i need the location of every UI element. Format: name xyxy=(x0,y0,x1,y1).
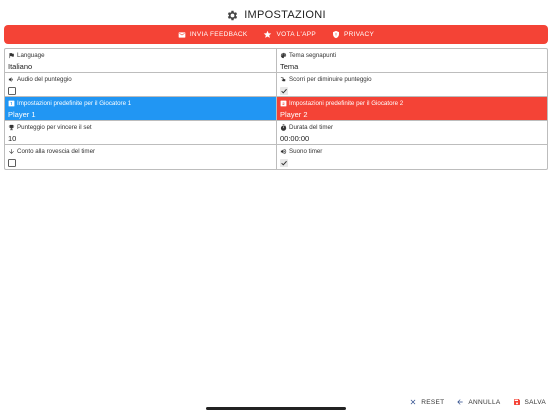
points-to-win-set-value: 10 xyxy=(8,134,17,143)
timer-sound-label: Suono timer xyxy=(289,148,323,155)
language-value: Italiano xyxy=(8,62,33,71)
player2-default-label: Impostazioni predefinite per il Giocator… xyxy=(289,100,404,107)
action-bar: INVIA FEEDBACK VOTA L'APP PRIVACY xyxy=(4,25,548,44)
footer-actions: RESET ANNULLA SALVA xyxy=(409,396,546,408)
player2-default-value: Player 2 xyxy=(280,110,308,119)
player1-default-value: Player 1 xyxy=(8,110,36,119)
swipe-decrease-label: Scorri per diminuire punteggio xyxy=(289,76,372,83)
cancel-label: ANNULLA xyxy=(468,398,501,406)
save-button[interactable]: SALVA xyxy=(513,398,547,406)
send-feedback-label: INVIA FEEDBACK xyxy=(189,31,248,38)
trophy-icon xyxy=(8,124,15,131)
player-one-icon xyxy=(8,100,15,107)
theme-setting[interactable]: Tema segnapunti Tema xyxy=(276,49,547,72)
theme-label: Tema segnapunti xyxy=(289,52,337,59)
language-setting[interactable]: Language Italiano xyxy=(5,49,276,72)
reset-button[interactable]: RESET xyxy=(409,398,444,406)
cancel-button[interactable]: ANNULLA xyxy=(456,398,500,406)
points-to-win-set-setting[interactable]: Punteggio per vincere il set 10 xyxy=(5,121,276,144)
arrow-down-icon xyxy=(9,149,14,154)
timer-duration-value: 00:00:00 xyxy=(280,134,310,143)
theme-value: Tema xyxy=(280,62,299,71)
send-feedback-button[interactable]: INVIA FEEDBACK xyxy=(176,31,250,39)
score-audio-label: Audio del punteggio xyxy=(17,76,72,83)
privacy-label: PRIVACY xyxy=(344,31,375,38)
shield-icon xyxy=(333,30,340,39)
settings-row: Language Italiano Tema segnapunti Tema xyxy=(5,49,547,73)
timer-icon xyxy=(280,124,287,131)
reset-label: RESET xyxy=(421,398,445,406)
save-label: SALVA xyxy=(524,398,546,406)
score-audio-setting[interactable]: Audio del punteggio xyxy=(5,73,276,96)
timer-duration-setting[interactable]: Durata del timer 00:00:00 xyxy=(276,121,547,144)
settings-row: Impostazioni predefinite per il Giocator… xyxy=(5,97,547,121)
swipe-icon xyxy=(280,77,286,82)
speaker-icon xyxy=(280,148,287,155)
settings-row: Punteggio per vincere il set 10 Durata d… xyxy=(5,121,547,145)
points-to-win-set-label: Punteggio per vincere il set xyxy=(17,124,92,131)
timer-countdown-checkbox[interactable] xyxy=(8,159,16,167)
settings-row: Audio del punteggio Scorri per diminuire… xyxy=(5,73,547,97)
gear-icon xyxy=(228,10,238,20)
mail-icon xyxy=(178,31,186,38)
timer-sound-checkbox[interactable] xyxy=(280,159,288,167)
player1-default-label: Impostazioni predefinite per il Giocator… xyxy=(17,100,132,107)
swipe-decrease-checkbox[interactable] xyxy=(280,87,288,95)
rate-app-label: VOTA L'APP xyxy=(276,31,317,38)
palette-icon xyxy=(280,52,287,59)
home-indicator[interactable] xyxy=(206,407,346,410)
timer-sound-setting[interactable]: Suono timer xyxy=(276,145,547,169)
rate-app-button[interactable]: VOTA L'APP xyxy=(261,30,318,39)
arrow-left-icon xyxy=(457,399,464,405)
save-icon xyxy=(513,399,520,405)
settings-row: Conto alla rovescia del timer Suono time… xyxy=(5,145,547,169)
close-icon xyxy=(410,399,416,405)
player-two-icon xyxy=(280,100,287,107)
timer-countdown-label: Conto alla rovescia del timer xyxy=(17,148,96,155)
page-title: IMPOSTAZIONI xyxy=(244,9,326,21)
privacy-button[interactable]: PRIVACY xyxy=(330,30,376,39)
score-audio-checkbox[interactable] xyxy=(8,87,16,95)
speaker-icon xyxy=(8,77,13,82)
timer-countdown-setting[interactable]: Conto alla rovescia del timer xyxy=(5,145,276,169)
language-label: Language xyxy=(17,52,45,59)
player1-default-setting[interactable]: Impostazioni predefinite per il Giocator… xyxy=(5,97,276,120)
settings-grid: Language Italiano Tema segnapunti Tema A… xyxy=(4,48,548,170)
swipe-decrease-setting[interactable]: Scorri per diminuire punteggio xyxy=(276,73,547,96)
flag-icon xyxy=(9,53,14,59)
star-icon xyxy=(264,30,272,38)
timer-duration-label: Durata del timer xyxy=(289,124,334,131)
player2-default-setting[interactable]: Impostazioni predefinite per il Giocator… xyxy=(276,97,547,120)
page-header: IMPOSTAZIONI xyxy=(0,6,552,24)
